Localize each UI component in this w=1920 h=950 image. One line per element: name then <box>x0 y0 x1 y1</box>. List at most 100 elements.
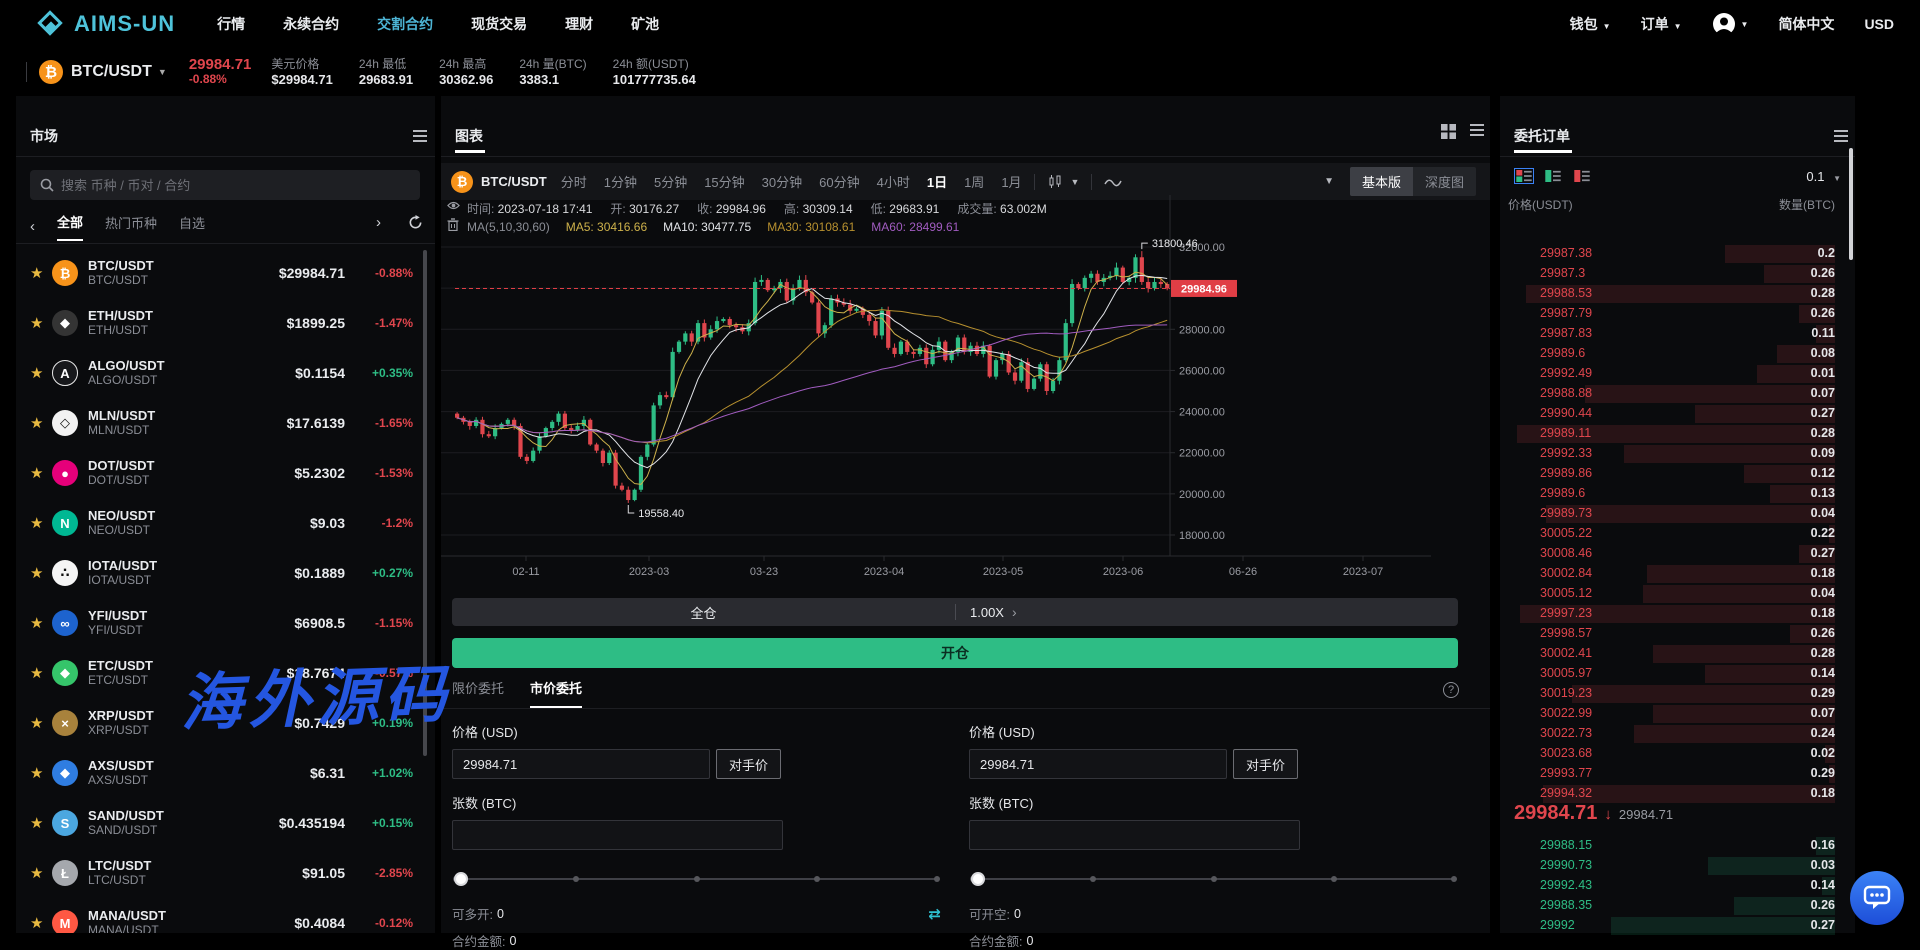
orderbook-sell-row[interactable]: 29987.30.26 <box>1500 264 1855 284</box>
orderbook-sell-row[interactable]: 29988.530.28 <box>1500 284 1855 304</box>
help-icon[interactable]: ? <box>1443 682 1459 698</box>
orderbook-sell-row[interactable]: 29989.60.08 <box>1500 344 1855 364</box>
margin-leverage-bar[interactable]: 全仓 1.00X › <box>452 598 1458 626</box>
chevron-down-icon[interactable]: ▼ <box>1324 176 1334 187</box>
favorite-star-icon[interactable]: ★ <box>30 864 52 882</box>
orderbook-sell-row[interactable]: 29989.110.28 <box>1500 424 1855 444</box>
slider-dot[interactable] <box>1331 876 1337 882</box>
market-row-NEO/USDT[interactable]: ★NNEO/USDTNEO/USDT$9.03-1.2% <box>16 498 435 548</box>
slider-dot[interactable] <box>814 876 820 882</box>
account-menu[interactable]: ▼ <box>1712 12 1749 36</box>
market-tab-全部[interactable]: 全部 <box>57 212 83 241</box>
wallet-menu[interactable]: 钱包▼ <box>1570 14 1611 34</box>
favorite-star-icon[interactable]: ★ <box>30 914 52 932</box>
favorite-star-icon[interactable]: ★ <box>30 464 52 482</box>
slider-thumb[interactable] <box>971 872 985 886</box>
app-logo[interactable]: AIMS-UN <box>38 11 175 37</box>
language-selector[interactable]: 简体中文 <box>1778 14 1834 34</box>
chart-tab[interactable]: 图表 <box>455 126 483 146</box>
orderbook-sell-row[interactable]: 30005.220.22 <box>1500 524 1855 544</box>
market-row-MANA/USDT[interactable]: ★MMANA/USDTMANA/USDT$0.4084-0.12% <box>16 898 435 933</box>
chevron-down-icon[interactable]: ▼ <box>1071 177 1080 187</box>
currency-selector[interactable]: USD <box>1864 16 1894 32</box>
order-tab-市价委托[interactable]: 市价委托 <box>530 678 582 708</box>
market-scrollbar[interactable] <box>423 250 427 756</box>
timeframe-1周[interactable]: 1周 <box>964 172 984 191</box>
trash-icon[interactable] <box>447 218 459 231</box>
market-row-AXS/USDT[interactable]: ★◆AXS/USDTAXS/USDT$6.31+1.02% <box>16 748 435 798</box>
timeframe-60分钟[interactable]: 60分钟 <box>819 172 859 191</box>
favorite-star-icon[interactable]: ★ <box>30 764 52 782</box>
view-tab-基本版[interactable]: 基本版 <box>1350 167 1413 196</box>
favorite-star-icon[interactable]: ★ <box>30 314 52 332</box>
nav-item-交割合约[interactable]: 交割合约 <box>377 14 433 34</box>
favorite-star-icon[interactable]: ★ <box>30 664 52 682</box>
orderbook-sell-row[interactable]: 29987.790.26 <box>1500 304 1855 324</box>
eye-icon[interactable] <box>447 200 460 211</box>
chevron-left-icon[interactable]: ‹ <box>30 218 35 235</box>
nav-item-行情[interactable]: 行情 <box>217 14 245 34</box>
market-row-ETC/USDT[interactable]: ★◆ETC/USDTETC/USDT$18.7674-0.57% <box>16 648 435 698</box>
refresh-icon[interactable] <box>408 215 423 230</box>
market-row-MLN/USDT[interactable]: ★◇MLN/USDTMLN/USDT$17.6139-1.65% <box>16 398 435 448</box>
orderbook-sell-row[interactable]: 29997.230.18 <box>1500 604 1855 624</box>
orderbook-sell-row[interactable]: 29994.320.18 <box>1500 784 1855 804</box>
chat-support-button[interactable] <box>1850 871 1904 925</box>
slider-dot[interactable] <box>1451 876 1457 882</box>
orderbook-sell-row[interactable]: 29987.380.2 <box>1500 244 1855 264</box>
orderbook-sell-row[interactable]: 29989.860.12 <box>1500 464 1855 484</box>
candlestick-chart[interactable]: 32000.0030000.0028000.0026000.0024000.00… <box>441 195 1490 585</box>
slider-dot[interactable] <box>1211 876 1217 882</box>
market-tab-热门币种[interactable]: 热门币种 <box>105 213 157 240</box>
market-row-YFI/USDT[interactable]: ★∞YFI/USDTYFI/USDT$6908.5-1.15% <box>16 598 435 648</box>
qty-input[interactable] <box>452 820 783 850</box>
qty-input[interactable] <box>969 820 1300 850</box>
market-row-IOTA/USDT[interactable]: ★∴IOTA/USDTIOTA/USDT$0.1889+0.27% <box>16 548 435 598</box>
market-menu-icon[interactable] <box>413 130 427 145</box>
nav-item-现货交易[interactable]: 现货交易 <box>471 14 527 34</box>
timeframe-4小时[interactable]: 4小时 <box>877 172 910 191</box>
favorite-star-icon[interactable]: ★ <box>30 514 52 532</box>
orderbook-sell-row[interactable]: 30022.990.07 <box>1500 704 1855 724</box>
orderbook-sell-row[interactable]: 30002.840.18 <box>1500 564 1855 584</box>
orderbook-buy-row[interactable]: 29988.350.26 <box>1500 896 1855 916</box>
timeframe-1分钟[interactable]: 1分钟 <box>604 172 637 191</box>
orderbook-view-sell-icon[interactable] <box>1572 168 1592 184</box>
orderbook-scrollbar[interactable] <box>1849 148 1853 260</box>
slider-thumb[interactable] <box>454 872 468 886</box>
favorite-star-icon[interactable]: ★ <box>30 714 52 732</box>
market-tab-自选[interactable]: 自选 <box>179 213 205 240</box>
timeframe-5分钟[interactable]: 5分钟 <box>654 172 687 191</box>
qty-slider[interactable] <box>973 872 1454 886</box>
orderbook-view-buy-icon[interactable] <box>1543 168 1563 184</box>
orderbook-sell-row[interactable]: 29992.330.09 <box>1500 444 1855 464</box>
indicator-wave-icon[interactable] <box>1104 176 1122 188</box>
timeframe-1月[interactable]: 1月 <box>1001 172 1021 191</box>
candle-style-icon[interactable] <box>1047 174 1063 190</box>
chart-menu-icon[interactable] <box>1470 124 1484 139</box>
orders-menu[interactable]: 订单▼ <box>1641 14 1682 34</box>
favorite-star-icon[interactable]: ★ <box>30 414 52 432</box>
orderbook-sell-row[interactable]: 30005.120.04 <box>1500 584 1855 604</box>
slider-dot[interactable] <box>934 876 940 882</box>
timeframe-1日[interactable]: 1日 <box>927 172 947 191</box>
price-input[interactable] <box>969 749 1227 779</box>
orderbook-sell-row[interactable]: 29987.830.11 <box>1500 324 1855 344</box>
orderbook-buy-row[interactable]: 29990.730.03 <box>1500 856 1855 876</box>
layout-grid-icon[interactable] <box>1441 124 1456 139</box>
counter-price-button[interactable]: 对手价 <box>716 749 781 779</box>
market-row-ALGO/USDT[interactable]: ★AALGO/USDTALGO/USDT$0.1154+0.35% <box>16 348 435 398</box>
orderbook-sell-row[interactable]: 30019.230.29 <box>1500 684 1855 704</box>
swap-icon[interactable]: ⇄ <box>928 905 941 923</box>
counter-price-button[interactable]: 对手价 <box>1233 749 1298 779</box>
order-tab-限价委托[interactable]: 限价委托 <box>452 678 504 708</box>
chevron-right-icon[interactable]: › <box>376 214 381 231</box>
market-row-DOT/USDT[interactable]: ★●DOT/USDTDOT/USDT$5.2302-1.53% <box>16 448 435 498</box>
timeframe-30分钟[interactable]: 30分钟 <box>762 172 802 191</box>
favorite-star-icon[interactable]: ★ <box>30 614 52 632</box>
orderbook-sell-row[interactable]: 30022.730.24 <box>1500 724 1855 744</box>
orderbook-view-both-icon[interactable] <box>1514 168 1534 184</box>
orderbook-buy-row[interactable]: 29992.430.14 <box>1500 876 1855 896</box>
slider-dot[interactable] <box>1090 876 1096 882</box>
orderbook-sell-row[interactable]: 30002.410.28 <box>1500 644 1855 664</box>
